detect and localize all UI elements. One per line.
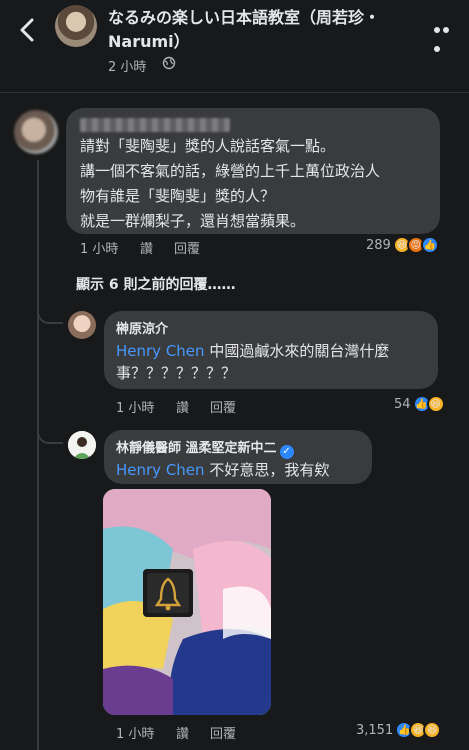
- photo-image: [103, 489, 271, 715]
- comment-line: 就是一群爛梨子，還肖想當蘋果。: [80, 212, 306, 230]
- mention-link[interactable]: Henry Chen: [116, 342, 205, 360]
- reply-button[interactable]: 回覆: [174, 238, 200, 257]
- blurred-author-name: [80, 118, 230, 132]
- avatar[interactable]: [68, 431, 96, 459]
- reply-text-part: 不好意思，我有欸: [204, 461, 330, 479]
- reply-author[interactable]: 林靜儀醫師 溫柔堅定新中二 ✓: [116, 437, 294, 459]
- reply-author[interactable]: 榊原涼介: [116, 318, 168, 337]
- header-divider: [0, 92, 469, 93]
- comment-line: 請對「斐陶斐」獎的人說話客氣一點。: [80, 137, 336, 155]
- chevron-left-icon: [20, 18, 34, 42]
- like-button[interactable]: 讚: [176, 397, 189, 416]
- comment-line: 物有誰是「斐陶斐」獎的人？: [80, 187, 276, 205]
- reply-time[interactable]: 1 小時: [116, 723, 154, 742]
- like-button[interactable]: 讚: [140, 238, 153, 257]
- thread-branch: [37, 304, 63, 324]
- like-button[interactable]: 讚: [176, 723, 189, 742]
- reaction-summary[interactable]: 3,151 👍 😆 😆: [356, 721, 442, 739]
- reply-text: Henry Chen 中國過鹹水來的關台灣什麼 事？？？？？？？: [116, 340, 432, 384]
- reply-text: Henry Chen 不好意思，我有欸: [116, 459, 329, 480]
- reaction-count: 54: [394, 396, 411, 412]
- avatar[interactable]: [14, 110, 58, 154]
- post-time: 2 小時: [108, 60, 147, 75]
- reaction-summary[interactable]: 54 👍 😆: [394, 395, 445, 413]
- reply-time[interactable]: 1 小時: [116, 397, 154, 416]
- reply-text-part: 中國過鹹水來的關台灣什麼: [204, 342, 390, 360]
- person-avatar-icon: [68, 431, 96, 459]
- thread-branch: [37, 424, 63, 444]
- mention-link[interactable]: Henry Chen: [116, 461, 205, 479]
- reaction-summary[interactable]: 289 😆 😡 👍: [366, 236, 439, 254]
- reply-photo[interactable]: [103, 489, 271, 715]
- comment-time[interactable]: 1 小時: [80, 238, 118, 257]
- comment-line: 講一個不客氣的話，綠營的上千上萬位政治人: [80, 162, 381, 180]
- reply-author-name: 林靜儀醫師 溫柔堅定新中二: [116, 441, 277, 456]
- back-button[interactable]: [10, 10, 46, 50]
- page-title[interactable]: なるみの楽しい日本語教室（周若珍・ Narumi）: [108, 6, 408, 54]
- globe-icon: [162, 56, 176, 70]
- view-previous-replies[interactable]: 顯示 6 則之前的回覆……: [76, 274, 236, 294]
- page-avatar[interactable]: [55, 5, 97, 47]
- reply-text-part: 事？？？？？？？: [116, 364, 237, 382]
- avatar[interactable]: [68, 311, 96, 339]
- comment-text: 請對「斐陶斐」獎的人說話客氣一點。 講一個不客氣的話，綠營的上千上萬位政治人 物…: [80, 134, 430, 234]
- more-options-icon[interactable]: [434, 18, 460, 52]
- verified-icon: ✓: [279, 445, 294, 459]
- like-reaction-icon: 👍: [420, 236, 439, 254]
- haha-reaction-icon: 😆: [426, 395, 445, 413]
- thread-line: [37, 160, 39, 750]
- reply-button[interactable]: 回覆: [210, 723, 236, 742]
- reply-button[interactable]: 回覆: [210, 397, 236, 416]
- reaction-count: 289: [366, 237, 391, 253]
- reaction-count: 3,151: [356, 722, 394, 738]
- haha-reaction-icon: 😆: [423, 721, 442, 739]
